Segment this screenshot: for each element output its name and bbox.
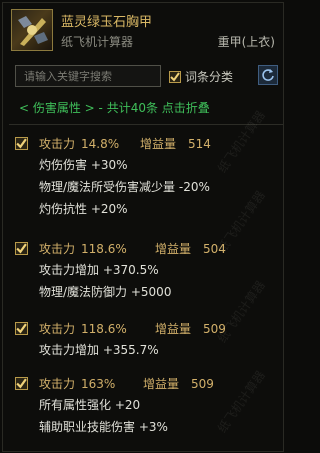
group-toggle[interactable]: 词条分类	[169, 68, 233, 85]
affix-stat: 攻击力 163%	[39, 375, 115, 392]
affix-entry: 攻击力 14.8% 增益量 514 灼伤伤害 +30% 物理/魔法所受伤害减少量 -20%…	[15, 134, 283, 220]
affix-gain: 增益量 509	[143, 375, 214, 392]
affix-entry-header: 攻击力 14.8% 增益量 514	[15, 134, 283, 154]
group-toggle-label: 词条分类	[185, 70, 234, 84]
affix-line: 物理/魔法防御力 +5000	[39, 285, 172, 299]
category-filter-toggle[interactable]: < 伤害属性 > - 共计40条 点击折叠	[19, 99, 210, 116]
refresh-icon	[262, 69, 274, 81]
checkmark-icon	[16, 243, 27, 254]
affix-checkbox[interactable]	[15, 322, 28, 335]
affix-line: 辅助职业技能伤害 +3%	[39, 420, 168, 434]
affix-stat: 攻击力 14.8%	[39, 135, 119, 152]
checkmark-icon	[16, 378, 27, 389]
affix-gain: 增益量 504	[155, 240, 226, 257]
affix-stat: 攻击力 118.6%	[39, 320, 127, 337]
affix-entry: 攻击力 118.6% 增益量 509 攻击力增加 +355.7%	[15, 319, 283, 361]
affix-gain-value: 514	[188, 137, 211, 151]
affix-checkbox[interactable]	[15, 137, 28, 150]
refresh-button[interactable]	[258, 65, 278, 85]
affix-stat: 攻击力 118.6%	[39, 240, 127, 257]
affix-stat-label: 攻击力	[39, 242, 76, 256]
tool-name: 纸飞机计算器	[61, 35, 134, 49]
affix-line: 攻击力增加 +355.7%	[39, 343, 159, 357]
affix-gain-value: 509	[203, 322, 226, 336]
divider	[9, 124, 283, 125]
affix-line: 所有属性强化 +20	[39, 398, 141, 412]
item-header: 蓝灵绿玉石胸甲 纸飞机计算器 重甲(上衣)	[11, 7, 281, 57]
affix-stat-percent: 163%	[81, 377, 116, 391]
affix-gain: 增益量 509	[155, 320, 226, 337]
affix-stat-label: 攻击力	[39, 137, 76, 151]
affix-stat-label: 攻击力	[39, 377, 76, 391]
affix-gain-label: 增益量	[155, 322, 192, 336]
search-row: 词条分类	[11, 65, 281, 89]
affix-entry-header: 攻击力 118.6% 增益量 509	[15, 319, 283, 339]
chest-armor-icon	[11, 9, 53, 51]
affix-entry: 攻击力 118.6% 增益量 504 攻击力增加 +370.5% 物理/魔法防御力 +50…	[15, 239, 283, 303]
group-checkbox[interactable]	[169, 70, 181, 83]
affix-gain-value: 504	[203, 242, 226, 256]
item-slot: 重甲(上衣)	[217, 35, 275, 49]
affix-line: 物理/魔法所受伤害减少量 -20%	[39, 180, 210, 194]
affix-entry: 攻击力 163% 增益量 509 所有属性强化 +20 辅助职业技能伤害 +3%	[15, 374, 283, 438]
affix-line: 攻击力增加 +370.5%	[39, 263, 159, 277]
tooltip-panel: 蓝灵绿玉石胸甲 纸飞机计算器 重甲(上衣) 词条分类 < 伤害属性 > - 共计…	[2, 2, 284, 452]
checkmark-icon	[170, 71, 180, 82]
affix-entry-header: 攻击力 118.6% 增益量 504	[15, 239, 283, 259]
affix-stat-label: 攻击力	[39, 322, 76, 336]
affix-stat-percent: 118.6%	[81, 322, 127, 336]
affix-line: 灼伤抗性 +20%	[39, 202, 128, 216]
checkmark-icon	[16, 138, 27, 149]
affix-line: 灼伤伤害 +30%	[39, 158, 128, 172]
affix-gain-label: 增益量	[143, 377, 180, 391]
search-input[interactable]	[15, 65, 161, 87]
affix-gain: 增益量 514	[140, 135, 211, 152]
affix-gain-label: 增益量	[155, 242, 192, 256]
affix-stat-percent: 14.8%	[81, 137, 120, 151]
affix-checkbox[interactable]	[15, 377, 28, 390]
affix-checkbox[interactable]	[15, 242, 28, 255]
affix-entry-header: 攻击力 163% 增益量 509	[15, 374, 283, 394]
affix-gain-value: 509	[191, 377, 214, 391]
affix-stat-percent: 118.6%	[81, 242, 127, 256]
affix-gain-label: 增益量	[140, 137, 177, 151]
item-title: 蓝灵绿玉石胸甲	[61, 15, 153, 30]
checkmark-icon	[16, 323, 27, 334]
